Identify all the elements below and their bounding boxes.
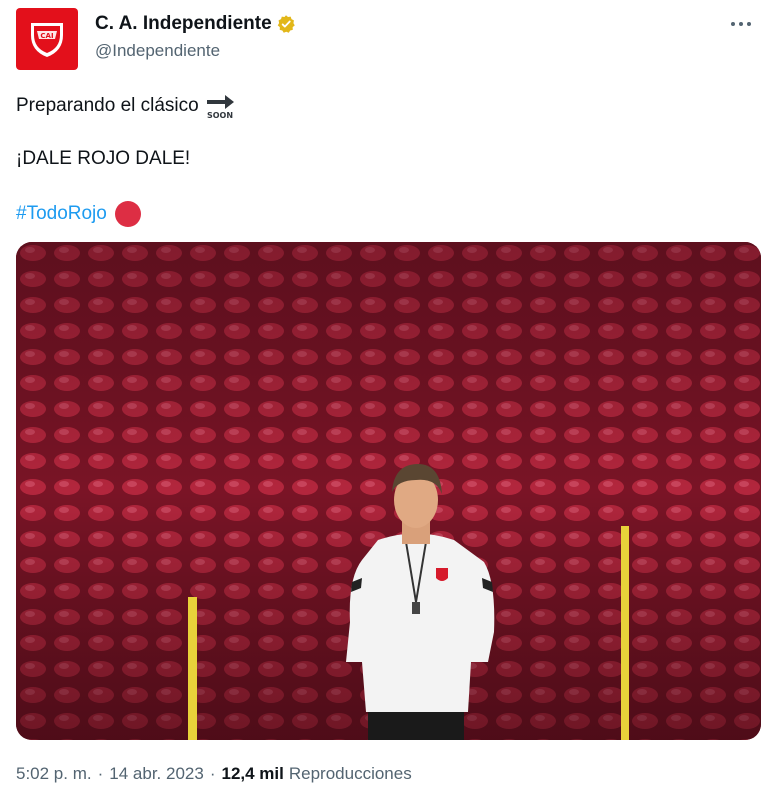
stadium-photo-image [16,242,761,740]
soon-arrow-icon: SOON [207,95,234,120]
more-options-icon[interactable] [726,14,756,34]
avatar[interactable]: CAI [16,8,78,70]
tweet-text: ¡DALE ROJO DALE! [16,148,191,169]
verified-badge-icon[interactable] [276,14,296,34]
tweet-text-line1: Preparando el clásico SOON [16,92,235,120]
tweet-text-line2: ¡DALE ROJO DALE! [16,148,190,170]
tweet-header: CAI C. A. Independiente @Independiente [16,8,756,72]
tweet-hashtag-line: #TodoRojo [16,201,141,227]
red-circle-icon [114,201,141,227]
tweet-meta: 5:02 p. m. · 14 abr. 2023 · 12,4 mil Rep… [16,764,412,784]
hashtag-link[interactable]: #TodoRojo [16,203,107,225]
views-count: 12,4 mil [221,764,284,783]
tweet-date[interactable]: 14 abr. 2023 [109,764,204,784]
club-crest-icon: CAI [31,23,63,57]
svg-text:CAI: CAI [40,32,53,40]
tweet-photo[interactable] [16,242,761,740]
tweet-time[interactable]: 5:02 p. m. [16,764,92,784]
handle[interactable]: @Independiente [95,41,220,61]
display-name[interactable]: C. A. Independiente [95,13,272,35]
svg-text:SOON: SOON [207,111,233,120]
views-label: Reproducciones [288,764,412,783]
tweet-text: Preparando el clásico [16,95,199,116]
